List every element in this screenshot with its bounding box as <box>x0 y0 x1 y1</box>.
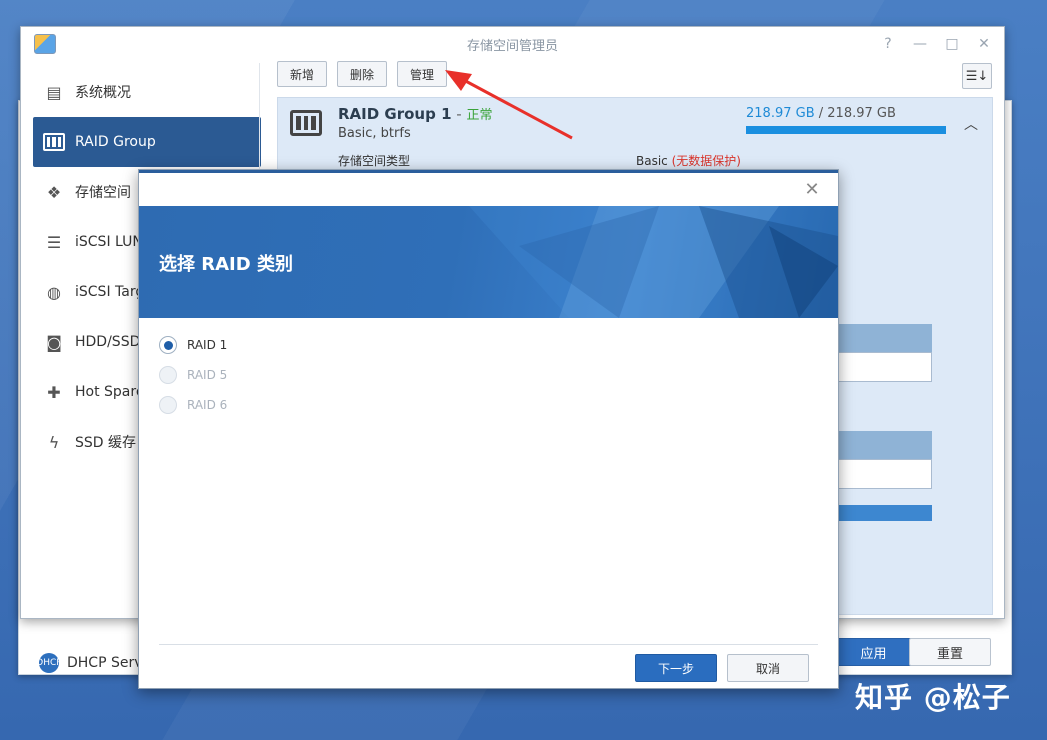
overview-icon: ▤ <box>46 82 62 102</box>
database-icon: ☰ <box>46 232 62 252</box>
chevron-up-icon[interactable]: ︿ <box>964 114 978 134</box>
delete-button[interactable]: 删除 <box>337 61 388 87</box>
title-bar: 存储空间管理员 ? — □ ✕ <box>21 27 1004 61</box>
help-icon[interactable]: ? <box>878 34 898 54</box>
sort-icon[interactable]: ☰↓ <box>962 63 992 89</box>
raid-group-icon <box>290 110 322 136</box>
raid-type-options: RAID 1 RAID 5 RAID 6 <box>159 330 227 420</box>
sidebar-item-label: 存储空间 <box>75 185 131 201</box>
option-raid-5: RAID 5 <box>159 360 227 390</box>
capacity-used: 218.97 GB <box>746 106 815 121</box>
minimize-icon[interactable]: — <box>910 34 930 54</box>
option-raid-6: RAID 6 <box>159 390 227 420</box>
maximize-icon[interactable]: □ <box>942 34 962 54</box>
no-protection-warning: (无数据保护) <box>671 154 741 168</box>
panel-body <box>834 352 932 382</box>
status-badge: 正常 <box>466 108 493 123</box>
sidebar-item-overview[interactable]: ▤ 系统概况 <box>33 67 261 117</box>
capacity-text: 218.97 GB / 218.97 GB <box>746 106 896 121</box>
raid-group-title: RAID Group 1 - 正常 <box>338 104 492 123</box>
volume-type-label: 存储空间类型 <box>338 154 411 168</box>
close-icon[interactable]: ✕ <box>802 179 822 200</box>
sidebar-item-label: SSD 缓存 <box>75 435 137 451</box>
panel-body <box>834 459 932 489</box>
raid-icon <box>43 131 65 153</box>
manage-button[interactable]: 管理 <box>397 61 448 87</box>
sidebar-item-label: Hot Spare <box>75 384 145 400</box>
dialog-banner: 选择 RAID 类别 <box>139 206 838 318</box>
hot-spare-icon: ✚ <box>47 382 61 402</box>
radio-button-disabled <box>159 366 177 384</box>
sidebar-item-label: iSCSI LUN <box>75 234 143 250</box>
watermark: 知乎 @松子 <box>855 681 1011 714</box>
footer-divider <box>159 644 818 645</box>
raid-group-subtitle: Basic, btrfs <box>338 126 411 141</box>
create-button[interactable]: 新增 <box>277 61 328 87</box>
window-controls: ? — □ ✕ <box>878 34 994 54</box>
cancel-button[interactable]: 取消 <box>727 654 809 682</box>
option-label: RAID 1 <box>187 338 228 352</box>
panel-bar <box>834 505 932 521</box>
globe-icon: ◍ <box>47 282 61 302</box>
title-separator: - <box>451 105 467 123</box>
close-icon[interactable]: ✕ <box>974 34 994 54</box>
dialog-header: ✕ <box>139 170 838 206</box>
option-label: RAID 6 <box>187 398 228 412</box>
option-label: RAID 5 <box>187 368 228 382</box>
radio-button-disabled <box>159 396 177 414</box>
volume-type-value: Basic (无数据保护) <box>636 152 741 169</box>
radio-button-checked[interactable] <box>159 336 177 354</box>
toolbar: 新增 删除 管理 ☰↓ <box>277 61 992 89</box>
sidebar-item-label: 系统概况 <box>75 85 131 101</box>
dhcp-icon: DHCP <box>36 653 62 673</box>
capacity-separator: / <box>814 106 828 121</box>
capacity-bar <box>746 126 946 134</box>
reset-button[interactable]: 重置 <box>909 638 991 666</box>
ssd-cache-icon: ϟ <box>48 432 60 452</box>
next-button[interactable]: 下一步 <box>635 654 717 682</box>
volume-type-text: Basic <box>636 154 668 168</box>
sidebar-item-label: HDD/SSD <box>75 334 141 350</box>
volume-icon: ❖ <box>46 182 62 202</box>
panel-header <box>834 324 932 352</box>
dialog-title: 选择 RAID 类别 <box>159 254 293 275</box>
raid-group-name: RAID Group 1 <box>338 105 452 123</box>
capacity-total: 218.97 GB <box>827 106 896 121</box>
raid-type-dialog: ✕ 选择 RAID 类别 RAID 1 RAID 5 RAID 6 下一步 取消 <box>138 169 839 689</box>
sidebar-item-raid-group[interactable]: RAID Group <box>33 117 261 167</box>
apply-button[interactable]: 应用 <box>831 638 916 666</box>
option-raid-1[interactable]: RAID 1 <box>159 330 227 360</box>
disk-icon: ◙ <box>46 332 62 352</box>
sidebar-item-label: RAID Group <box>75 134 156 150</box>
window-title: 存储空间管理员 <box>466 38 558 54</box>
panel-header <box>834 431 932 459</box>
app-icon <box>34 34 56 54</box>
